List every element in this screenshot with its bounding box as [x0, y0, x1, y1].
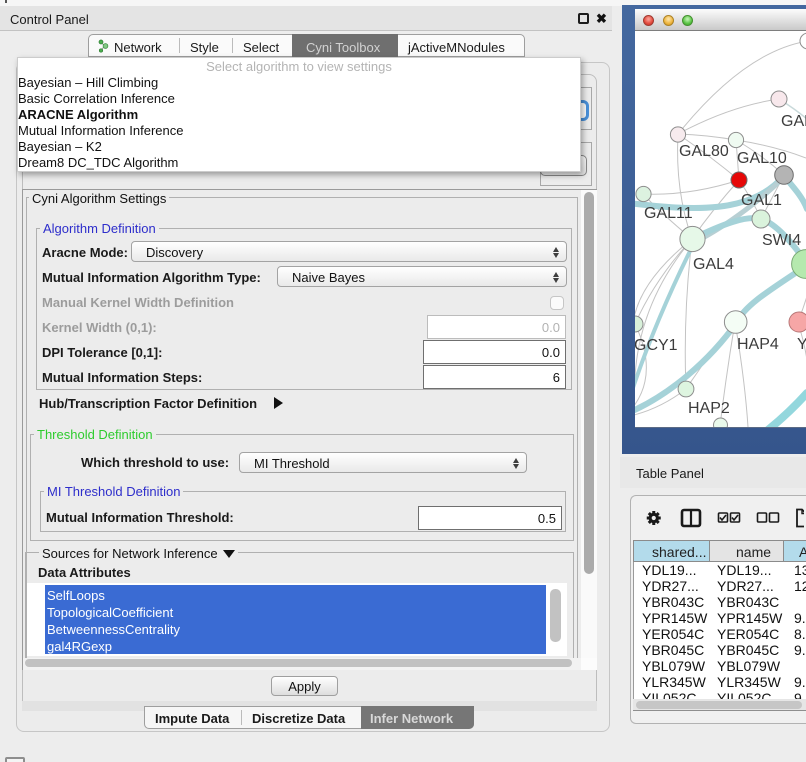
svg-text:GAL10: GAL10 — [737, 150, 787, 167]
svg-text:GAL1: GAL1 — [741, 192, 782, 209]
svg-text:Y: Y — [797, 336, 806, 353]
svg-text:HAP2: HAP2 — [688, 400, 730, 417]
svg-text:GAL80: GAL80 — [679, 143, 729, 160]
svg-text:GAL4: GAL4 — [693, 256, 734, 273]
svg-text:GAL11: GAL11 — [644, 205, 693, 222]
svg-text:GCY1: GCY1 — [635, 337, 678, 354]
svg-text:SWI4: SWI4 — [762, 232, 801, 249]
svg-text:GAL: GAL — [781, 113, 806, 130]
svg-text:HAP4: HAP4 — [737, 336, 779, 353]
